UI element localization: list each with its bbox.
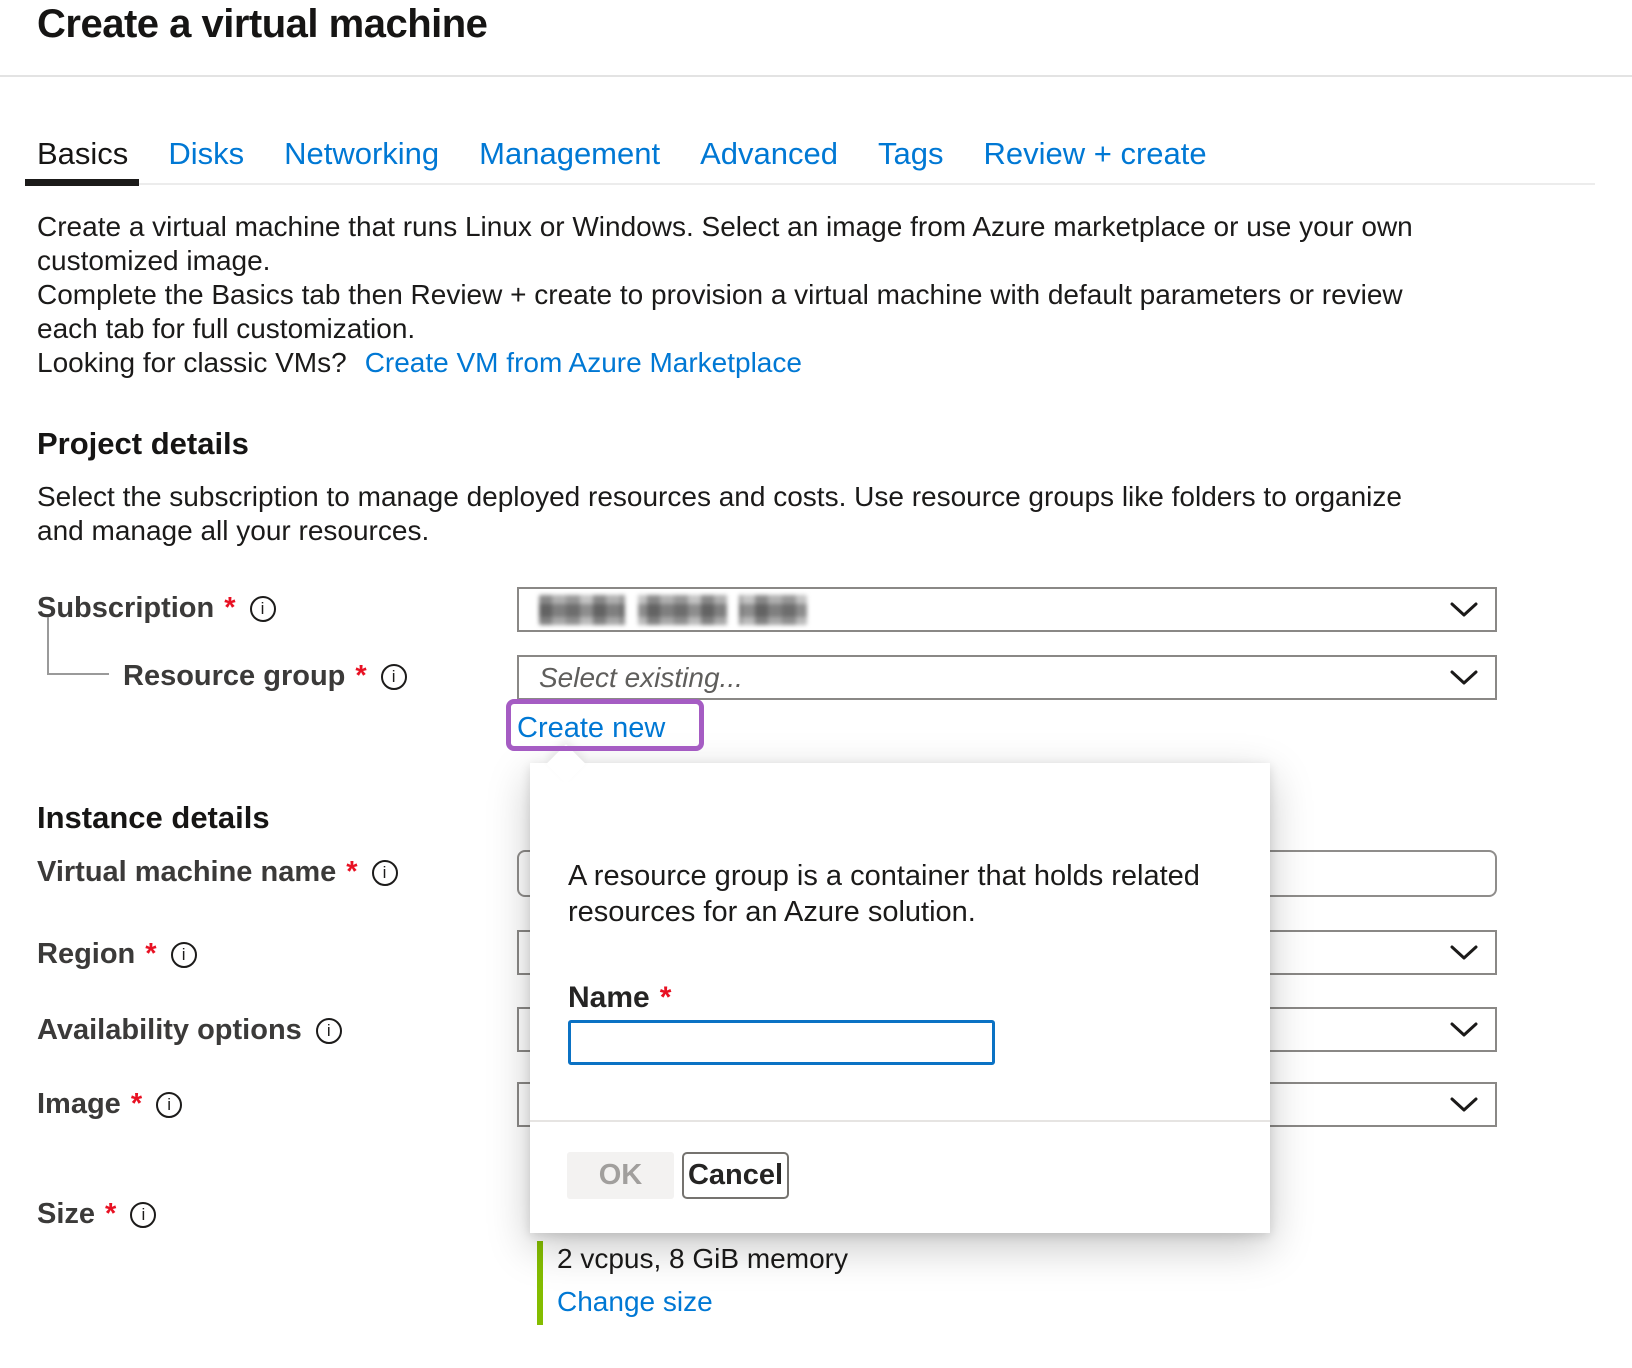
active-tab-underline xyxy=(25,179,139,186)
title-divider xyxy=(0,75,1632,77)
popup-description: A resource group is a container that hol… xyxy=(568,858,1260,930)
resource-group-placeholder: Select existing... xyxy=(539,662,743,694)
size-specs-text: 2 vcpus, 8 GiB memory xyxy=(557,1243,848,1275)
required-asterisk: * xyxy=(131,1088,142,1121)
popup-divider xyxy=(530,1120,1270,1122)
region-label: Region * i xyxy=(37,938,197,971)
tab-disks[interactable]: Disks xyxy=(156,136,256,172)
subscription-label-text: Subscription xyxy=(37,592,214,625)
popup-callout-notch xyxy=(546,744,586,784)
classic-vms-prompt: Looking for classic VMs? xyxy=(37,347,347,378)
vm-name-label: Virtual machine name * i xyxy=(37,856,398,889)
resource-group-label: Resource group * i xyxy=(123,660,407,693)
resource-group-dropdown[interactable]: Select existing... xyxy=(517,655,1497,700)
subscription-label: Subscription * i xyxy=(37,592,276,625)
info-icon[interactable]: i xyxy=(130,1202,156,1228)
info-icon[interactable]: i xyxy=(372,860,398,886)
size-selection-accent-bar xyxy=(537,1241,543,1325)
tab-basics[interactable]: Basics xyxy=(25,136,140,172)
info-icon[interactable]: i xyxy=(250,596,276,622)
change-size-link[interactable]: Change size xyxy=(557,1286,713,1318)
resource-group-label-text: Resource group xyxy=(123,660,345,693)
tab-review-create[interactable]: Review + create xyxy=(971,136,1218,172)
ok-button[interactable]: OK xyxy=(567,1152,674,1199)
chevron-down-icon xyxy=(1449,601,1479,619)
image-label: Image * i xyxy=(37,1088,182,1121)
subscription-selected-value-redacted xyxy=(539,595,807,625)
create-new-link[interactable]: Create new xyxy=(517,712,665,745)
cancel-button[interactable]: Cancel xyxy=(682,1152,789,1199)
size-label: Size * i xyxy=(37,1198,156,1231)
resource-group-name-input[interactable] xyxy=(568,1020,995,1065)
required-asterisk: * xyxy=(660,981,672,1015)
page-title: Create a virtual machine xyxy=(37,2,487,47)
availability-options-label-text: Availability options xyxy=(37,1014,302,1047)
chevron-down-icon xyxy=(1449,1096,1479,1114)
info-icon[interactable]: i xyxy=(156,1092,182,1118)
intro-paragraph-1: Create a virtual machine that runs Linux… xyxy=(37,210,1437,278)
create-vm-marketplace-link[interactable]: Create VM from Azure Marketplace xyxy=(365,347,802,378)
chevron-down-icon xyxy=(1449,669,1479,687)
required-asterisk: * xyxy=(346,856,357,889)
project-details-description: Select the subscription to manage deploy… xyxy=(37,480,1437,548)
tree-connector-horizontal xyxy=(47,673,109,675)
tab-management[interactable]: Management xyxy=(467,136,672,172)
required-asterisk: * xyxy=(145,938,156,971)
instance-details-heading: Instance details xyxy=(37,800,270,836)
intro-paragraph-3: Looking for classic VMs? Create VM from A… xyxy=(37,346,1437,380)
tab-bar: Basics Disks Networking Management Advan… xyxy=(25,136,1219,172)
tab-advanced[interactable]: Advanced xyxy=(688,136,850,172)
image-label-text: Image xyxy=(37,1088,121,1121)
vm-name-label-text: Virtual machine name xyxy=(37,856,336,889)
tab-networking[interactable]: Networking xyxy=(272,136,451,172)
tree-connector-vertical xyxy=(47,617,49,675)
tabs-divider xyxy=(25,183,1595,185)
info-icon[interactable]: i xyxy=(171,942,197,968)
info-icon[interactable]: i xyxy=(381,664,407,690)
size-label-text: Size xyxy=(37,1198,95,1231)
create-resource-group-popup: A resource group is a container that hol… xyxy=(530,763,1270,1233)
required-asterisk: * xyxy=(355,660,366,693)
project-details-heading: Project details xyxy=(37,426,249,462)
subscription-dropdown[interactable] xyxy=(517,587,1497,632)
required-asterisk: * xyxy=(224,592,235,625)
info-icon[interactable]: i xyxy=(316,1018,342,1044)
chevron-down-icon xyxy=(1449,944,1479,962)
tab-tags[interactable]: Tags xyxy=(866,136,955,172)
popup-name-label-text: Name xyxy=(568,981,650,1015)
intro-paragraph-2: Complete the Basics tab then Review + cr… xyxy=(37,278,1437,346)
required-asterisk: * xyxy=(105,1198,116,1231)
create-vm-page: Create a virtual machine Basics Disks Ne… xyxy=(0,0,1632,1368)
chevron-down-icon xyxy=(1449,1021,1479,1039)
availability-options-label: Availability options i xyxy=(37,1014,342,1047)
popup-name-label: Name * xyxy=(568,981,671,1015)
intro-text: Create a virtual machine that runs Linux… xyxy=(37,210,1437,380)
region-label-text: Region xyxy=(37,938,135,971)
